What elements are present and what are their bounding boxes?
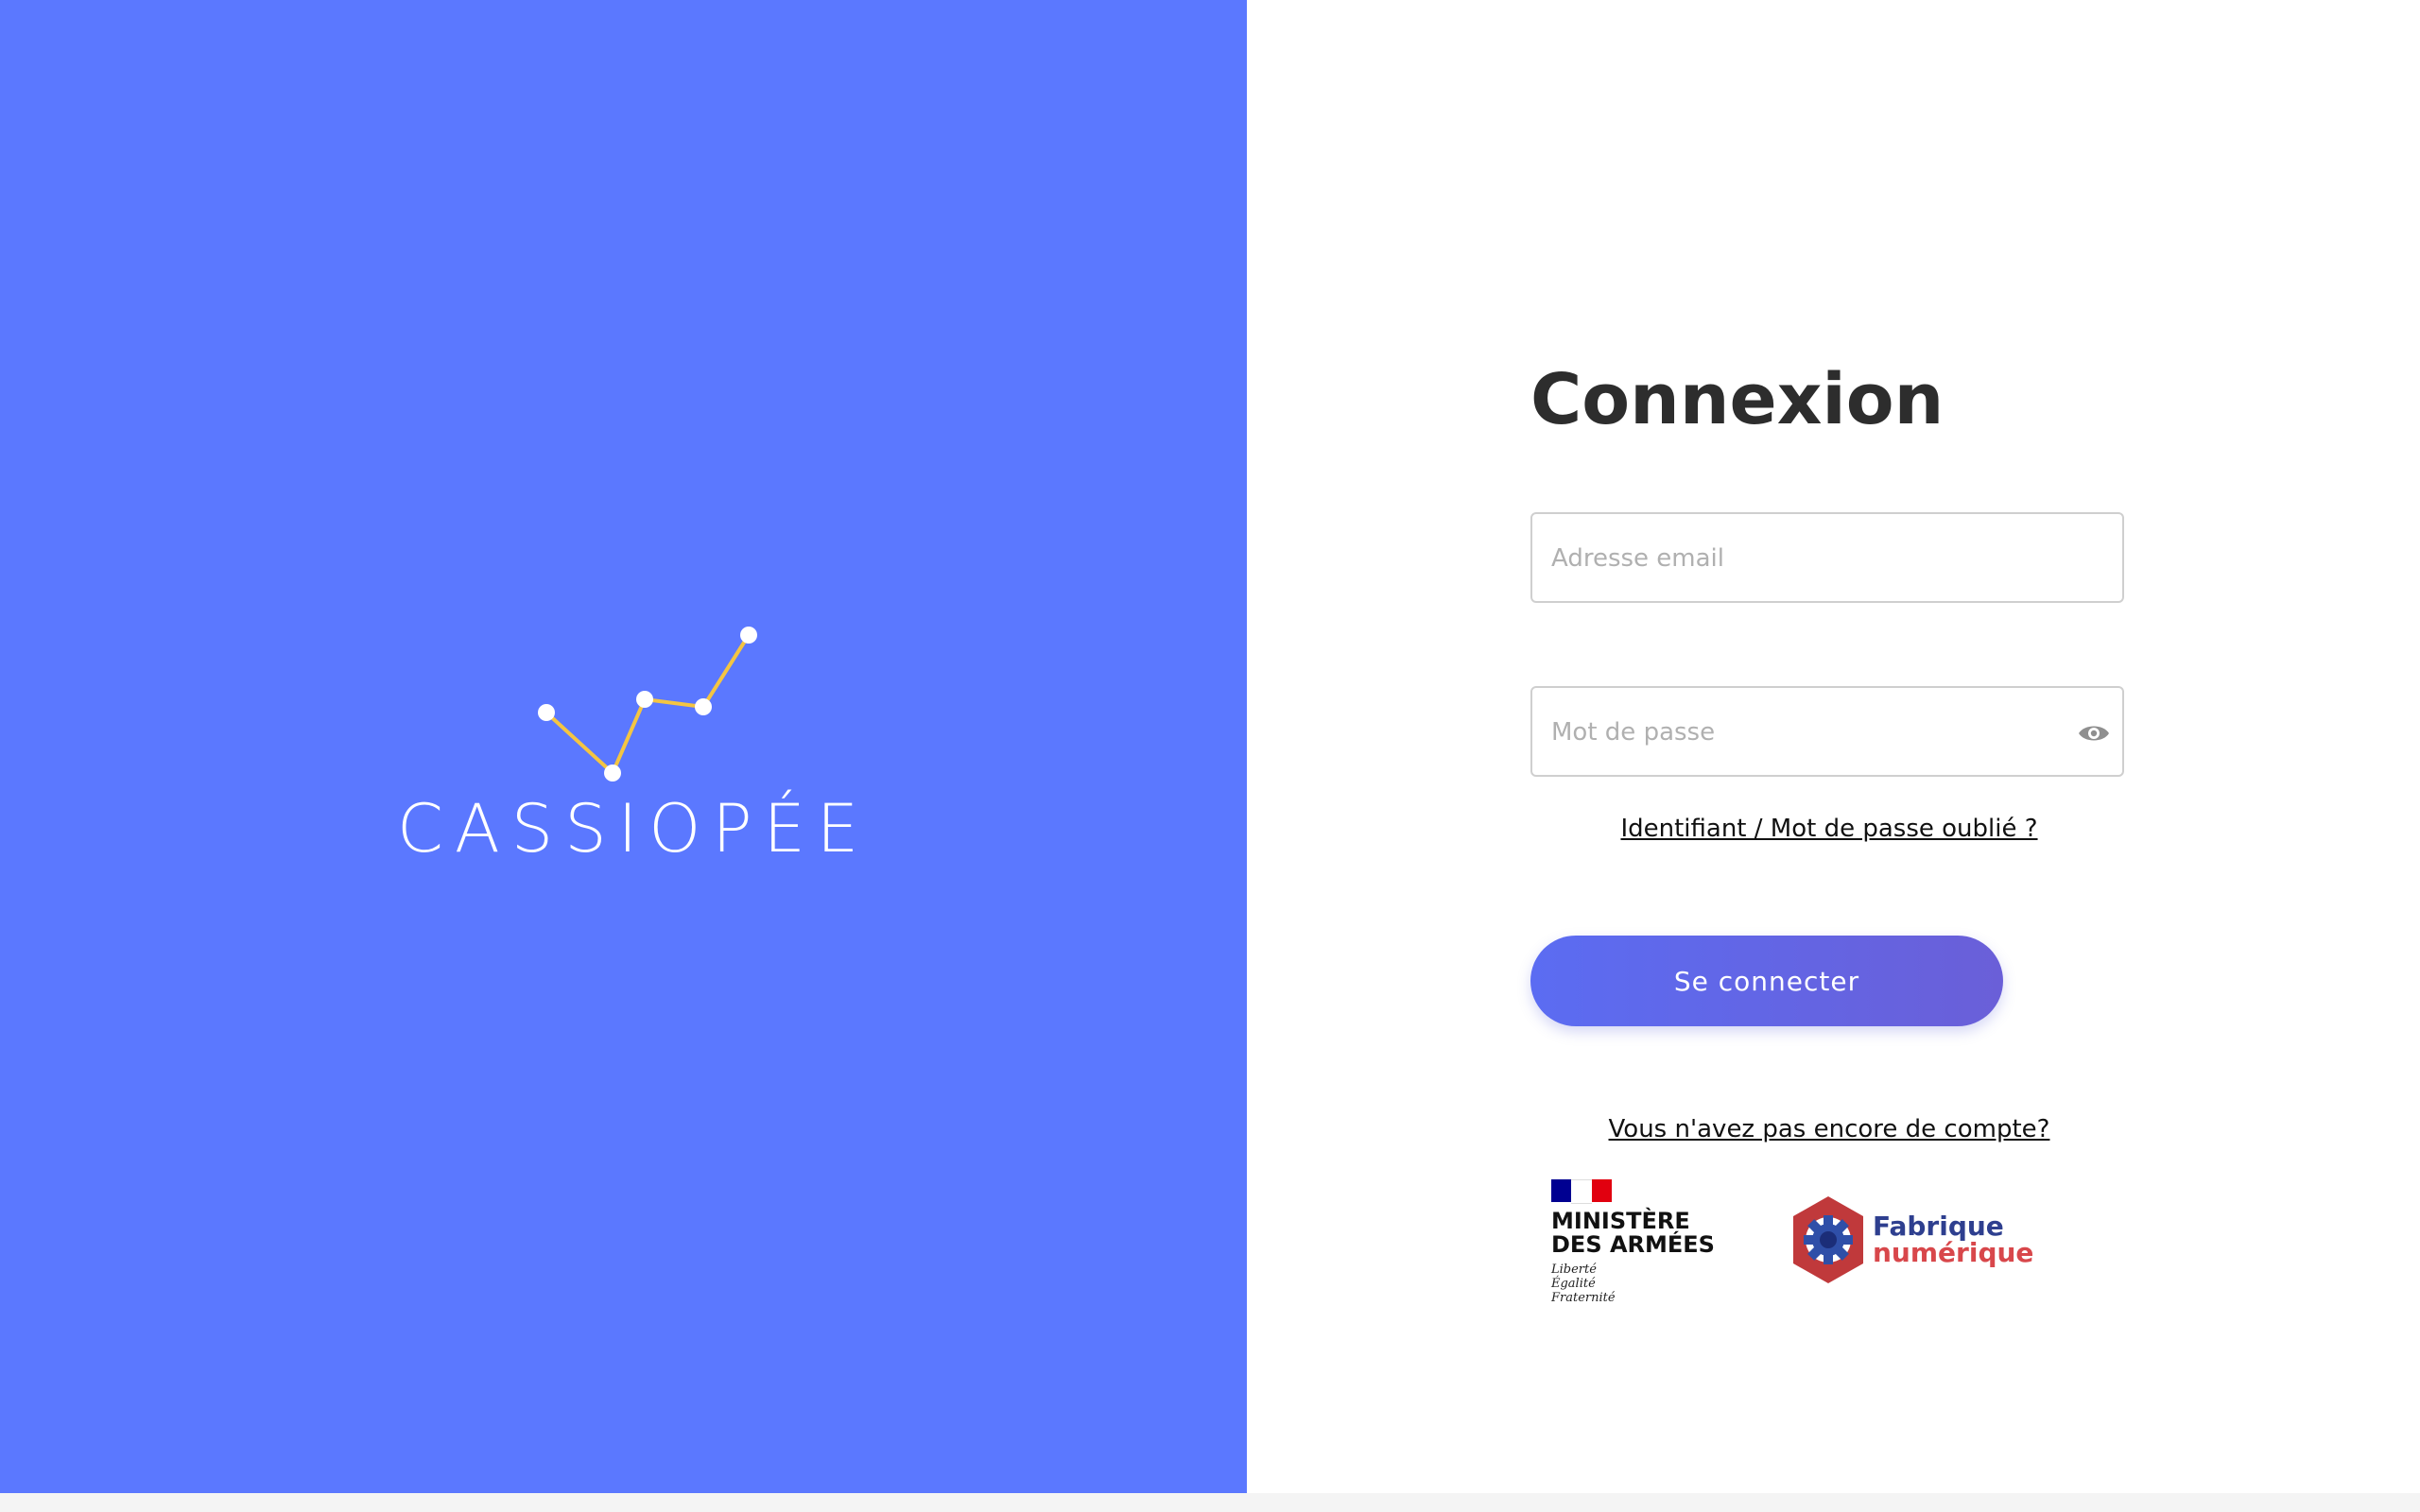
ministere-motto: Liberté Égalité Fraternité [1551,1263,1616,1305]
french-flag-icon [1551,1179,1612,1204]
brand-name: CASSIOPÉE [397,790,871,868]
password-field[interactable] [1530,686,2124,777]
fabrique-numerique-logo: Fabrique numérique [1786,1193,2034,1287]
signup-link[interactable]: Vous n'avez pas encore de compte? [1530,1115,2128,1143]
page-title: Connexion [1530,359,1945,440]
eye-icon[interactable] [2077,716,2111,750]
login-page: CASSIOPÉE Connexion Identifiant / Mot de… [0,0,2420,1493]
login-panel: Connexion Identifiant / Mot de passe oub… [1247,0,2420,1493]
email-field[interactable] [1530,512,2124,603]
forgot-password-link[interactable]: Identifiant / Mot de passe oublié ? [1530,815,2128,843]
ministere-des-armees-logo: MINISTÈRE DES ARMÉES Liberté Égalité Fra… [1551,1179,1715,1312]
email-input[interactable] [1549,514,2064,603]
fabrique-text: Fabrique numérique [1873,1211,2034,1268]
bottom-strip [0,1493,2420,1512]
ministere-title: MINISTÈRE DES ARMÉES [1551,1208,1715,1258]
password-input[interactable] [1549,688,2064,777]
login-button[interactable]: Se connecter [1530,936,2003,1026]
gear-icon [1793,1196,1863,1283]
cassiopee-logo: CASSIOPÉE [397,612,858,868]
brand-panel: CASSIOPÉE [0,0,1247,1493]
constellation-icon [538,627,757,782]
